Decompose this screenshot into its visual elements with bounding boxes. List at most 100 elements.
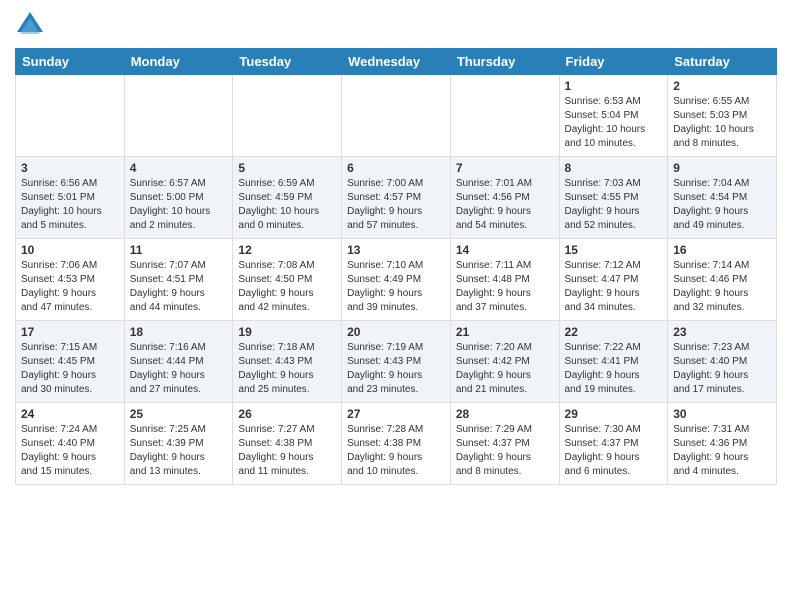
calendar-cell: 14 Sunrise: 7:11 AM Sunset: 4:48 PM Dayli… [450,239,559,321]
calendar-cell: 26 Sunrise: 7:27 AM Sunset: 4:38 PM Dayli… [233,403,342,485]
calendar-cell: 13 Sunrise: 7:10 AM Sunset: 4:49 PM Dayli… [342,239,451,321]
calendar-week-row: 24Sunrise: 7:24 AM Sunset: 4:40 PM Dayli… [16,403,777,485]
calendar-cell: 29Sunrise: 7:30 AM Sunset: 4:37 PM Dayli… [559,403,668,485]
day-number: 4 [130,161,228,175]
calendar-cell: 8 Sunrise: 7:03 AM Sunset: 4:55 PM Daylig… [559,157,668,239]
weekday-header: Tuesday [233,49,342,75]
day-info: Sunrise: 7:12 AM Sunset: 4:47 PM Dayligh… [565,259,663,315]
calendar-cell [124,75,233,157]
header [15,10,777,40]
day-number: 17 [21,325,119,339]
day-info: Sunrise: 7:16 AM Sunset: 4:44 PM Dayligh… [130,341,228,397]
calendar-table: SundayMondayTuesdayWednesdayThursdayFrid… [15,48,777,485]
day-info: Sunrise: 7:23 AM Sunset: 4:40 PM Dayligh… [673,341,771,397]
calendar-cell [233,75,342,157]
day-number: 30 [673,407,771,421]
day-number: 25 [130,407,228,421]
calendar-cell: 11 Sunrise: 7:07 AM Sunset: 4:51 PM Dayli… [124,239,233,321]
day-number: 19 [238,325,336,339]
calendar-cell: 17 Sunrise: 7:15 AM Sunset: 4:45 PM Dayli… [16,321,125,403]
calendar-cell: 27 Sunrise: 7:28 AM Sunset: 4:38 PM Dayli… [342,403,451,485]
calendar-week-row: 3 Sunrise: 6:56 AM Sunset: 5:01 PM Daylig… [16,157,777,239]
day-number: 11 [130,243,228,257]
day-number: 16 [673,243,771,257]
logo-icon [15,10,45,40]
page: SundayMondayTuesdayWednesdayThursdayFrid… [0,0,792,612]
day-number: 22 [565,325,663,339]
day-number: 3 [21,161,119,175]
day-number: 2 [673,79,771,93]
day-info: Sunrise: 7:00 AM Sunset: 4:57 PM Dayligh… [347,177,445,233]
weekday-header: Saturday [668,49,777,75]
day-info: Sunrise: 7:06 AM Sunset: 4:53 PM Dayligh… [21,259,119,315]
day-info: Sunrise: 7:03 AM Sunset: 4:55 PM Dayligh… [565,177,663,233]
calendar-cell: 12 Sunrise: 7:08 AM Sunset: 4:50 PM Dayli… [233,239,342,321]
calendar-week-row: 1Sunrise: 6:53 AM Sunset: 5:04 PM Daylig… [16,75,777,157]
day-info: Sunrise: 6:56 AM Sunset: 5:01 PM Dayligh… [21,177,119,233]
calendar-cell [16,75,125,157]
day-info: Sunrise: 7:31 AM Sunset: 4:36 PM Dayligh… [673,423,771,479]
day-info: Sunrise: 7:10 AM Sunset: 4:49 PM Dayligh… [347,259,445,315]
day-number: 24 [21,407,119,421]
day-number: 12 [238,243,336,257]
calendar-cell: 6Sunrise: 7:00 AM Sunset: 4:57 PM Daylig… [342,157,451,239]
day-number: 8 [565,161,663,175]
day-info: Sunrise: 6:53 AM Sunset: 5:04 PM Dayligh… [565,95,663,151]
calendar-cell: 5 Sunrise: 6:59 AM Sunset: 4:59 PM Daylig… [233,157,342,239]
weekday-header: Sunday [16,49,125,75]
calendar-cell: 28 Sunrise: 7:29 AM Sunset: 4:37 PM Dayli… [450,403,559,485]
day-info: Sunrise: 7:14 AM Sunset: 4:46 PM Dayligh… [673,259,771,315]
day-number: 23 [673,325,771,339]
weekday-header: Friday [559,49,668,75]
calendar-cell: 15 Sunrise: 7:12 AM Sunset: 4:47 PM Dayli… [559,239,668,321]
day-info: Sunrise: 6:59 AM Sunset: 4:59 PM Dayligh… [238,177,336,233]
calendar-cell: 19 Sunrise: 7:18 AM Sunset: 4:43 PM Dayli… [233,321,342,403]
calendar-week-row: 10 Sunrise: 7:06 AM Sunset: 4:53 PM Dayli… [16,239,777,321]
day-number: 26 [238,407,336,421]
day-number: 5 [238,161,336,175]
day-info: Sunrise: 7:15 AM Sunset: 4:45 PM Dayligh… [21,341,119,397]
day-number: 10 [21,243,119,257]
day-number: 28 [456,407,554,421]
day-info: Sunrise: 7:08 AM Sunset: 4:50 PM Dayligh… [238,259,336,315]
calendar-cell: 25 Sunrise: 7:25 AM Sunset: 4:39 PM Dayli… [124,403,233,485]
day-info: Sunrise: 6:55 AM Sunset: 5:03 PM Dayligh… [673,95,771,151]
logo [15,10,49,40]
calendar-cell: 16 Sunrise: 7:14 AM Sunset: 4:46 PM Dayli… [668,239,777,321]
day-info: Sunrise: 7:25 AM Sunset: 4:39 PM Dayligh… [130,423,228,479]
day-number: 18 [130,325,228,339]
day-number: 13 [347,243,445,257]
day-number: 20 [347,325,445,339]
calendar-cell: 21 Sunrise: 7:20 AM Sunset: 4:42 PM Dayli… [450,321,559,403]
day-number: 21 [456,325,554,339]
calendar-cell: 2 Sunrise: 6:55 AM Sunset: 5:03 PM Daylig… [668,75,777,157]
calendar-cell: 1Sunrise: 6:53 AM Sunset: 5:04 PM Daylig… [559,75,668,157]
calendar-cell [342,75,451,157]
day-number: 27 [347,407,445,421]
day-info: Sunrise: 7:20 AM Sunset: 4:42 PM Dayligh… [456,341,554,397]
day-info: Sunrise: 7:07 AM Sunset: 4:51 PM Dayligh… [130,259,228,315]
calendar-cell: 7Sunrise: 7:01 AM Sunset: 4:56 PM Daylig… [450,157,559,239]
calendar-cell: 23 Sunrise: 7:23 AM Sunset: 4:40 PM Dayli… [668,321,777,403]
day-info: Sunrise: 7:18 AM Sunset: 4:43 PM Dayligh… [238,341,336,397]
weekday-header: Wednesday [342,49,451,75]
day-info: Sunrise: 7:27 AM Sunset: 4:38 PM Dayligh… [238,423,336,479]
day-number: 15 [565,243,663,257]
day-info: Sunrise: 7:04 AM Sunset: 4:54 PM Dayligh… [673,177,771,233]
day-info: Sunrise: 7:28 AM Sunset: 4:38 PM Dayligh… [347,423,445,479]
calendar-cell: 24Sunrise: 7:24 AM Sunset: 4:40 PM Dayli… [16,403,125,485]
header-row: SundayMondayTuesdayWednesdayThursdayFrid… [16,49,777,75]
day-info: Sunrise: 7:22 AM Sunset: 4:41 PM Dayligh… [565,341,663,397]
day-info: Sunrise: 7:29 AM Sunset: 4:37 PM Dayligh… [456,423,554,479]
day-info: Sunrise: 7:19 AM Sunset: 4:43 PM Dayligh… [347,341,445,397]
day-info: Sunrise: 6:57 AM Sunset: 5:00 PM Dayligh… [130,177,228,233]
weekday-header: Thursday [450,49,559,75]
day-info: Sunrise: 7:01 AM Sunset: 4:56 PM Dayligh… [456,177,554,233]
day-info: Sunrise: 7:11 AM Sunset: 4:48 PM Dayligh… [456,259,554,315]
calendar-cell: 30 Sunrise: 7:31 AM Sunset: 4:36 PM Dayli… [668,403,777,485]
weekday-header: Monday [124,49,233,75]
calendar-cell: 10 Sunrise: 7:06 AM Sunset: 4:53 PM Dayli… [16,239,125,321]
day-info: Sunrise: 7:30 AM Sunset: 4:37 PM Dayligh… [565,423,663,479]
calendar-cell: 20 Sunrise: 7:19 AM Sunset: 4:43 PM Dayli… [342,321,451,403]
day-number: 14 [456,243,554,257]
